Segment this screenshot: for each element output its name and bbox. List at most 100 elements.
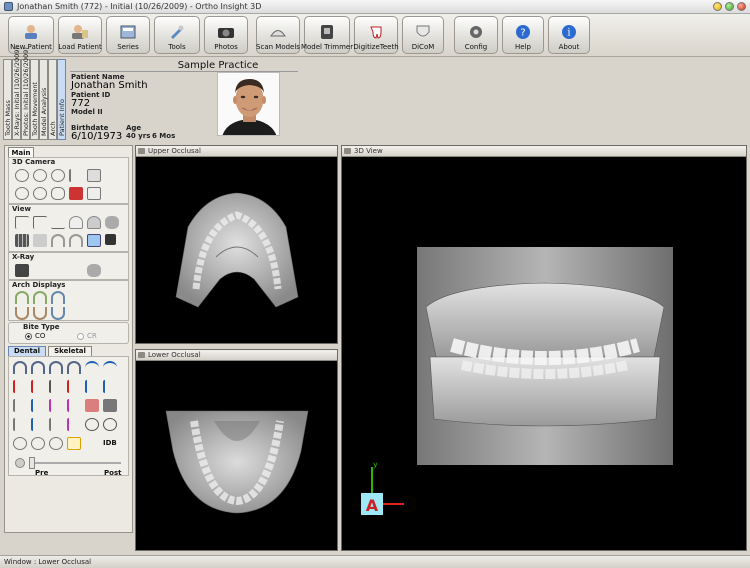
maximize-button[interactable] (725, 2, 734, 11)
bite-co-radio[interactable] (25, 333, 32, 340)
tx-tool-icon[interactable] (85, 399, 99, 412)
lower-occlusal-viewport[interactable]: Lower Occlusal (135, 349, 338, 551)
tx-tool-icon[interactable] (67, 418, 81, 431)
rotate-icon[interactable] (85, 361, 99, 374)
tx-tool-icon[interactable] (67, 361, 81, 374)
tx-tool-icon[interactable] (85, 380, 99, 393)
pre-post-slider[interactable] (29, 462, 121, 464)
tab-patient-info[interactable]: Patient Info (57, 59, 66, 140)
arch-icon[interactable] (69, 234, 83, 247)
arch-display-icon[interactable] (51, 307, 65, 320)
camera-view-icon[interactable] (15, 187, 29, 200)
camera-view-icon[interactable] (69, 169, 83, 182)
camera-view-icon[interactable] (33, 169, 47, 182)
tab-dental-tx[interactable]: Dental Tx (8, 346, 46, 364)
xray-icon[interactable] (15, 264, 29, 277)
digitize-teeth-button[interactable]: DigitizeTeeth (353, 16, 399, 54)
window-title: Jonathan Smith (772) - Initial (10/26/20… (17, 2, 262, 11)
tx-tool-icon[interactable] (13, 399, 27, 412)
skull-icon[interactable] (87, 264, 101, 277)
left-control-panel: Main 3D Camera View X-Ray Arch Displays (4, 145, 133, 533)
rotate-icon[interactable] (103, 361, 117, 374)
arch-display-icon[interactable] (15, 291, 29, 304)
crosshair-icon[interactable] (15, 216, 29, 229)
tab-tooth-movement[interactable]: Tooth Movement (30, 59, 39, 140)
tx-tool-icon[interactable] (49, 361, 63, 374)
tab-tooth-mass[interactable]: Tooth Mass (3, 59, 12, 140)
arch-display-icon[interactable] (15, 307, 29, 320)
camera-view-icon[interactable] (87, 169, 101, 182)
crosshair-icon[interactable] (103, 418, 117, 431)
orientation-letter-a: A (366, 496, 379, 515)
photos-button[interactable]: Photos (204, 16, 248, 54)
tx-tool-icon[interactable] (49, 399, 63, 412)
tx-tool-icon[interactable] (31, 418, 45, 431)
upper-arch-model (175, 192, 299, 308)
tx-tool-icon[interactable] (13, 437, 27, 450)
tx-tool-icon[interactable] (49, 380, 63, 393)
load-patient-button[interactable]: Load Patient (58, 16, 102, 54)
tx-tool-icon[interactable] (67, 437, 81, 450)
crosshair-icon[interactable] (33, 216, 47, 229)
tx-tool-icon[interactable] (49, 437, 63, 450)
tx-tool-icon[interactable] (13, 380, 27, 393)
arch-view-icon[interactable] (87, 216, 101, 229)
tx-tool-icon[interactable] (31, 380, 45, 393)
tx-tool-icon[interactable] (31, 399, 45, 412)
camera-view-icon[interactable] (51, 169, 65, 182)
camera-view-icon[interactable] (15, 169, 29, 182)
slider-thumb[interactable] (29, 457, 35, 469)
upper-occlusal-viewport[interactable]: Upper Occlusal (135, 145, 338, 344)
tab-xrays[interactable]: X-Rays: Initial (10/26/2009) (12, 47, 21, 140)
tx-tool-icon[interactable] (85, 418, 99, 431)
tx-tool-icon[interactable] (31, 437, 45, 450)
lower-occlusal-title: Lower Occlusal (136, 350, 337, 361)
arch-display-icon[interactable] (51, 291, 65, 304)
help-icon: ? (514, 23, 532, 41)
camera-view-icon[interactable] (33, 187, 47, 200)
grid-icon[interactable] (15, 234, 29, 247)
scan-models-button[interactable]: Scan Models (256, 16, 300, 54)
tab-model-analysis[interactable]: Model Analysis (39, 59, 48, 140)
arch-display-icon[interactable] (33, 291, 47, 304)
tools-button[interactable]: Tools (154, 16, 200, 54)
tx-tool-icon[interactable] (13, 418, 27, 431)
3d-view-viewport[interactable]: 3D View y A (341, 145, 747, 551)
play-button[interactable] (15, 458, 25, 468)
about-button[interactable]: i About (548, 16, 590, 54)
hand-icon[interactable] (51, 187, 65, 200)
tx-tool-icon[interactable] (49, 418, 63, 431)
save-icon[interactable] (105, 234, 116, 245)
arch-icon[interactable] (51, 234, 65, 247)
bite-type-title: Bite Type (23, 323, 60, 331)
tab-photos[interactable]: Photos: Initial (10/26/2009) (21, 47, 30, 140)
arch-view-icon[interactable] (105, 216, 119, 229)
xray-section: X-Ray (8, 252, 129, 280)
tx-tool-icon[interactable] (103, 380, 117, 393)
tx-tool-icon[interactable] (31, 361, 45, 374)
close-button[interactable] (737, 2, 746, 11)
new-patient-icon (22, 23, 40, 41)
grid-icon[interactable] (33, 234, 47, 247)
tx-tool-icon[interactable] (103, 399, 117, 412)
document-icon[interactable] (87, 234, 101, 247)
tx-tool-icon[interactable] (67, 399, 81, 412)
tab-arch[interactable]: Arch (48, 59, 57, 140)
config-button[interactable]: Config (454, 16, 498, 54)
dicom-button[interactable]: DiCoM (402, 16, 444, 54)
help-button[interactable]: ? Help (502, 16, 544, 54)
line-icon[interactable] (51, 216, 65, 229)
tx-tool-icon[interactable] (13, 361, 27, 374)
camera-icon (217, 23, 235, 41)
series-button[interactable]: Series (106, 16, 150, 54)
record-icon[interactable] (69, 187, 83, 200)
model-trimmer-button[interactable]: Model Trimmer (301, 16, 353, 54)
idb-label[interactable]: IDB (103, 439, 117, 447)
arch-display-icon[interactable] (33, 307, 47, 320)
tx-tool-icon[interactable] (67, 380, 81, 393)
minimize-button[interactable] (713, 2, 722, 11)
tab-skeletal-tx[interactable]: Skeletal Tx (48, 346, 92, 364)
camera-view-icon[interactable] (87, 187, 101, 200)
bite-cr-radio[interactable] (77, 333, 84, 340)
arch-view-icon[interactable] (69, 216, 83, 229)
